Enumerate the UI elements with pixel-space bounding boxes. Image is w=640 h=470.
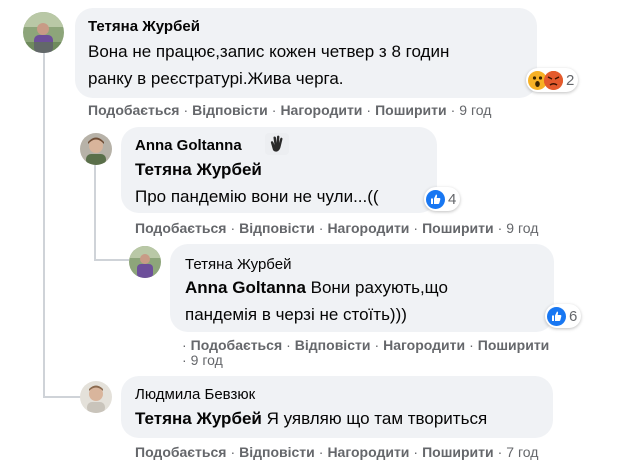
share-link[interactable]: Поширити <box>422 444 494 460</box>
reaction-count: 6 <box>569 307 578 325</box>
thread-line-branch <box>43 396 81 398</box>
separator: · <box>183 102 189 118</box>
like-link[interactable]: Подобається <box>88 102 179 118</box>
share-link[interactable]: Поширити <box>422 220 494 236</box>
comment-author[interactable]: Anna Goltanna <box>135 137 242 154</box>
mention-link[interactable]: Тетяна Журбей <box>135 156 379 183</box>
thread-line-reply-branch <box>94 259 129 261</box>
avatar[interactable] <box>23 12 64 53</box>
reply-link[interactable]: Відповісти <box>239 220 315 236</box>
separator: · <box>286 337 291 353</box>
separator: · <box>374 337 380 353</box>
separator: · <box>413 444 419 460</box>
comment-text-line: Про пандемію вони не чули...(( <box>135 187 379 206</box>
comment-author[interactable]: Людмила Бевзюк <box>135 386 255 403</box>
comment-timestamp[interactable]: 9 год <box>506 220 538 236</box>
comment-text-fragment: Я уявляю що там твориться <box>261 409 488 428</box>
mention-link[interactable]: Тетяна Журбей <box>135 409 262 428</box>
comment-author[interactable]: Тетяна Журбей <box>88 18 200 35</box>
like-link[interactable]: Подобається <box>135 444 226 460</box>
share-link[interactable]: Поширити <box>478 337 550 353</box>
reply-link[interactable]: Відповісти <box>295 337 371 353</box>
comment-text-line: ранку в реєстратурі.Жива черга. <box>88 69 344 88</box>
comment-timestamp[interactable]: 7 год <box>506 444 538 460</box>
award-link[interactable]: Нагородити <box>327 444 409 460</box>
comment-text-line: Anna Goltanna Вони рахують,що <box>185 274 448 301</box>
comment-text: Anna Goltanna Вони рахують,що пандемія в… <box>185 274 448 328</box>
separator: · <box>366 102 372 118</box>
separator: · <box>271 102 277 118</box>
thread-line-reply <box>94 165 96 260</box>
award-link[interactable]: Нагородити <box>280 102 362 118</box>
separator: · <box>450 102 456 118</box>
comment-text: Тетяна Журбей Про пандемію вони не чули.… <box>135 156 379 210</box>
like-link[interactable]: Подобається <box>135 220 226 236</box>
separator: · <box>469 337 474 353</box>
comment-timestamp[interactable]: 9 год <box>191 352 223 368</box>
angry-reaction-icon <box>544 70 563 90</box>
comment-actions: Подобається · Відповісти · Нагородити · Пошири… <box>88 102 491 118</box>
comment-actions: · Подобається · Відповісти · Нагородити · Пошир… <box>182 337 549 353</box>
reaction-count: 4 <box>448 190 457 208</box>
avatar[interactable] <box>80 133 112 165</box>
comment-timestamp[interactable]: 9 год <box>459 102 491 118</box>
reaction-summary[interactable]: 2 <box>526 68 579 92</box>
comment-text-line: пандемія в черзі не стоїть))) <box>185 305 407 324</box>
separator: · <box>230 444 236 460</box>
reaction-summary[interactable]: 6 <box>545 304 582 328</box>
like-reaction-icon <box>547 306 566 326</box>
separator: · <box>413 220 419 236</box>
separator: · <box>318 220 324 236</box>
reaction-summary[interactable]: 4 <box>424 187 461 211</box>
reply-link[interactable]: Відповісти <box>192 102 268 118</box>
separator: · <box>318 444 324 460</box>
comment-text-fragment: Вони рахують,що <box>305 278 448 297</box>
comment-author[interactable]: Тетяна Журбей <box>185 256 291 273</box>
like-link[interactable]: Подобається <box>191 337 282 353</box>
comment-actions: Подобається · Відповісти · Нагородити · Пошири… <box>135 220 538 236</box>
avatar[interactable] <box>80 381 112 413</box>
separator: · <box>182 337 187 353</box>
thread-line <box>43 52 45 397</box>
avatar[interactable] <box>129 246 161 278</box>
reply-link[interactable]: Відповісти <box>239 444 315 460</box>
like-reaction-icon <box>426 189 445 209</box>
award-link[interactable]: Нагородити <box>383 337 465 353</box>
comment-text-line: Тетяна Журбей Я уявляю що там твориться <box>135 405 487 432</box>
award-link[interactable]: Нагородити <box>327 220 409 236</box>
separator: · <box>230 220 236 236</box>
share-link[interactable]: Поширити <box>375 102 447 118</box>
separator: · <box>497 444 503 460</box>
comment-text: Тетяна Журбей Я уявляю що там твориться <box>135 405 487 432</box>
comment-actions-wrap: · 9 год <box>182 352 223 368</box>
reaction-count: 2 <box>566 71 575 89</box>
comment-text: Вона не працює,запис кожен четвер з 8 го… <box>88 38 449 92</box>
waving-hand-icon <box>265 133 289 155</box>
comment-text-line: Вона не працює,запис кожен четвер з 8 го… <box>88 42 450 61</box>
separator: · <box>497 220 503 236</box>
separator: · <box>182 352 187 368</box>
comment-actions: Подобається · Відповісти · Нагородити · Пошири… <box>135 444 538 460</box>
mention-link[interactable]: Anna Goltanna <box>185 278 306 297</box>
